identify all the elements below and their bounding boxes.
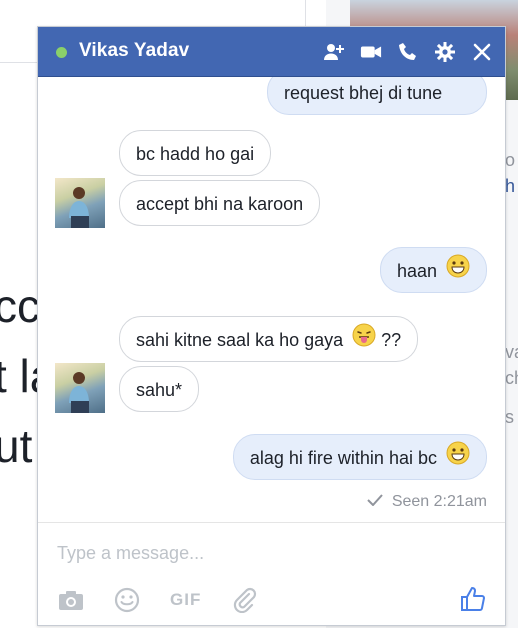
message-text: accept bhi na karoon (136, 194, 304, 214)
message-list[interactable]: request bhej di tune bc hadd ho gai acce… (38, 77, 505, 522)
background-text-fragment: cc (0, 280, 40, 332)
thumbs-up-icon (459, 587, 487, 617)
background-side-fragment: o (505, 150, 516, 170)
grin-emoji-icon (446, 249, 470, 295)
phone-call-icon[interactable] (397, 41, 419, 63)
avatar[interactable] (55, 178, 105, 228)
message-text: request bhej di tune (284, 83, 443, 103)
message-suffix: ?? (381, 330, 402, 350)
chat-title[interactable]: Vikas Yadav (79, 40, 189, 62)
message-bubble-outgoing[interactable]: alag hi fire within hai bc (232, 434, 487, 482)
chat-window: Vikas Yadav request bhej di tune bc hadd… (37, 26, 506, 626)
message-text: haan (396, 261, 437, 281)
composer-tools: GIF (58, 587, 257, 613)
chat-titlebar[interactable]: Vikas Yadav (38, 27, 505, 77)
message-text: sahu* (136, 380, 183, 400)
background-side-fragment: va (505, 342, 518, 362)
message-text: sahi kitne saal ka ho gaya (136, 330, 344, 350)
check-icon (367, 493, 387, 510)
add-person-icon[interactable] (323, 41, 345, 63)
message-bubble-incoming[interactable]: sahu* (119, 366, 200, 412)
message-input[interactable] (55, 542, 479, 565)
message-bubble-incoming[interactable]: accept bhi na karoon (119, 180, 321, 226)
paperclip-icon[interactable] (231, 587, 257, 613)
titlebar-actions (323, 41, 493, 63)
seen-label: Seen 2:21am (391, 493, 487, 510)
tongue-emoji-icon (352, 318, 376, 364)
message-bubble-outgoing[interactable]: haan (379, 247, 487, 295)
grin-emoji-icon (446, 436, 470, 482)
message-bubble-incoming[interactable]: bc hadd ho gai (119, 130, 272, 176)
avatar[interactable] (55, 363, 105, 413)
composer-divider (38, 522, 505, 523)
emoji-picker-icon[interactable] (114, 587, 140, 613)
online-status-dot (56, 47, 67, 58)
message-text: alag hi fire within hai bc (249, 448, 437, 468)
background-side-fragment: ch (505, 368, 518, 388)
gif-button[interactable]: GIF (170, 587, 201, 613)
background-side-fragment: s (505, 407, 514, 427)
background-side-link[interactable]: h (505, 176, 515, 197)
camera-icon[interactable] (58, 587, 84, 613)
background-text-fragment: ut (0, 420, 33, 472)
message-bubble-incoming[interactable]: sahi kitne saal ka ho gaya ?? (119, 316, 419, 364)
gear-icon[interactable] (434, 41, 456, 63)
message-text: bc hadd ho gai (136, 144, 255, 164)
seen-status: Seen 2:21am (367, 493, 487, 511)
gif-label: GIF (170, 590, 202, 609)
close-icon[interactable] (471, 41, 493, 63)
video-call-icon[interactable] (360, 41, 382, 63)
message-bubble-outgoing[interactable]: request bhej di tune (267, 77, 487, 115)
like-button[interactable] (459, 585, 487, 618)
